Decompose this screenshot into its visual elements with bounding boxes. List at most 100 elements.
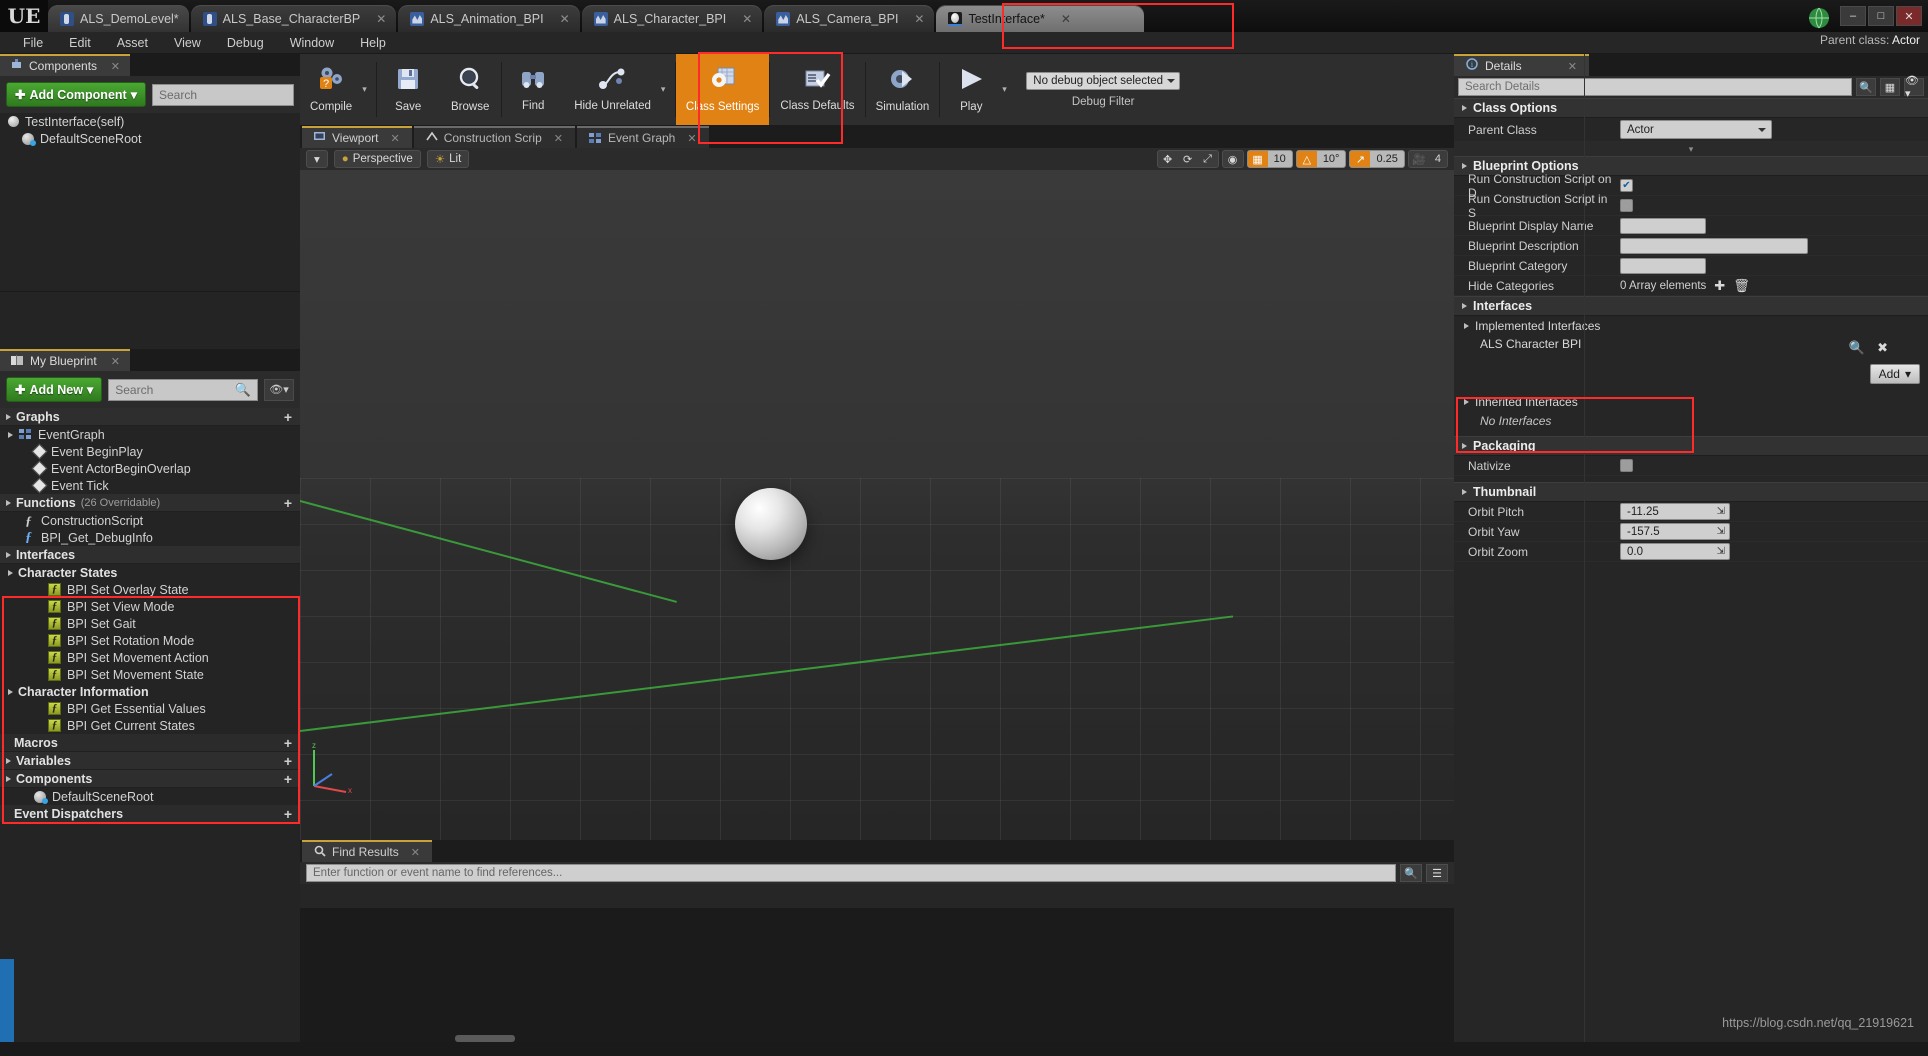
transform-toggle-group[interactable]: ✥ ⟳ ⤢ — [1156, 150, 1219, 168]
menu-window[interactable]: Window — [277, 36, 347, 50]
spinner-icon[interactable]: ⇲ — [1717, 546, 1725, 557]
close-icon[interactable]: ✕ — [687, 132, 696, 145]
debug-object-select[interactable]: No debug object selected — [1026, 71, 1181, 90]
tab-details[interactable]: i Details ✕ — [1454, 54, 1589, 76]
move-translate-icon[interactable]: ✥ — [1158, 151, 1178, 167]
angle-snap-value[interactable]: 10° — [1317, 153, 1346, 165]
menu-asset[interactable]: Asset — [104, 36, 161, 50]
interface-fn-get-essential-values[interactable]: ƒ BPI Get Essential Values — [0, 700, 300, 717]
implemented-interfaces-header[interactable]: Implemented Interfaces — [1454, 316, 1928, 335]
add-component-list-button[interactable]: + — [284, 771, 292, 787]
close-icon[interactable]: ✕ — [1061, 12, 1071, 26]
orbit-zoom-input[interactable]: 0.0 ⇲ — [1620, 543, 1730, 560]
function-item-bpi-get-debuginfo[interactable]: ƒ BPI_Get_DebugInfo — [0, 529, 300, 546]
scale-snap-value[interactable]: 0.25 — [1370, 153, 1403, 165]
interface-fn-set-gait[interactable]: ƒ BPI Set Gait — [0, 615, 300, 632]
angle-snap-icon[interactable]: △ — [1296, 151, 1317, 167]
asset-tab-1[interactable]: ALS_Base_CharacterBP ✕ — [190, 5, 397, 32]
tab-viewport[interactable]: Viewport ✕ — [302, 126, 412, 148]
spinner-icon[interactable]: ⇲ — [1717, 506, 1725, 517]
nativize-checkbox[interactable] — [1620, 459, 1633, 472]
asset-tab-0[interactable]: ALS_DemoLevel* — [48, 5, 189, 32]
details-eye-icon[interactable]: 👁▾ — [1904, 75, 1924, 100]
blueprint-category-field[interactable] — [1620, 257, 1706, 274]
close-icon[interactable]: ✕ — [560, 12, 570, 26]
section-variables[interactable]: Variables + — [0, 752, 300, 770]
add-interface-button[interactable]: Add ▾ — [1869, 364, 1920, 384]
toolbar-play-button[interactable]: Play — [940, 54, 1002, 125]
section-macros[interactable]: Macros + — [0, 734, 300, 752]
toolbar-find-button[interactable]: Find — [502, 54, 564, 125]
category-class-options[interactable]: Class Options — [1454, 98, 1928, 118]
scale-icon[interactable]: ⤢ — [1198, 151, 1218, 167]
section-graphs[interactable]: Graphs + — [0, 408, 300, 426]
close-icon[interactable]: ✕ — [914, 12, 924, 26]
orbit-yaw-input[interactable]: -157.5 ⇲ — [1620, 523, 1730, 540]
compile-dropdown-arrow-icon[interactable]: ▾ — [362, 54, 376, 125]
category-thumbnail[interactable]: Thumbnail — [1454, 482, 1928, 502]
grid-snap-icon[interactable]: ▦ — [1247, 151, 1268, 167]
graph-item-event-actorbeginoverlap[interactable]: Event ActorBeginOverlap — [0, 460, 300, 477]
close-icon[interactable]: ✕ — [554, 132, 563, 145]
tab-find-results[interactable]: Find Results ✕ — [302, 840, 432, 862]
run-construction-drag-checkbox[interactable]: ✔ — [1620, 179, 1633, 192]
interface-group-character-states[interactable]: Character States — [0, 564, 300, 581]
parent-class-combobox[interactable]: Actor — [1620, 120, 1772, 139]
tab-components[interactable]: Components ✕ — [0, 54, 130, 76]
interface-fn-set-view-mode[interactable]: ƒ BPI Set View Mode — [0, 598, 300, 615]
spinner-icon[interactable]: ⇲ — [1717, 526, 1725, 537]
asset-tab-4[interactable]: ALS_Camera_BPI ✕ — [764, 5, 935, 32]
tab-construction-script[interactable]: Construction Scrip ✕ — [413, 126, 575, 148]
grid-snap-group[interactable]: ▦ 10 — [1246, 150, 1293, 168]
close-icon[interactable]: ✕ — [111, 355, 120, 368]
close-icon[interactable]: ✕ — [376, 12, 386, 26]
add-function-button[interactable]: + — [284, 495, 292, 511]
interface-fn-set-overlay-state[interactable]: ƒ BPI Set Overlay State — [0, 581, 300, 598]
rotate-icon[interactable]: ⟳ — [1178, 151, 1198, 167]
section-components[interactable]: Components + — [0, 770, 300, 788]
camera-speed-value[interactable]: 4 — [1429, 153, 1447, 165]
viewport-options-button[interactable]: ▾ — [306, 150, 328, 168]
menu-help[interactable]: Help — [347, 36, 399, 50]
hide-unrelated-dropdown-arrow-icon[interactable]: ▾ — [661, 54, 675, 125]
interface-fn-get-current-states[interactable]: ƒ BPI Get Current States — [0, 717, 300, 734]
asset-tab-3[interactable]: ALS_Character_BPI ✕ — [581, 5, 763, 32]
add-event-dispatcher-button[interactable]: + — [284, 806, 292, 822]
tab-my-blueprint[interactable]: My Blueprint ✕ — [0, 349, 130, 371]
interface-fn-set-movement-state[interactable]: ƒ BPI Set Movement State — [0, 666, 300, 683]
close-window-button[interactable]: ✕ — [1896, 6, 1922, 26]
world-coords-toggle[interactable]: ◉ — [1221, 150, 1244, 168]
add-variable-button[interactable]: + — [284, 753, 292, 769]
camera-speed-group[interactable]: 🎥 4 — [1407, 150, 1448, 168]
inherited-interfaces-header[interactable]: Inherited Interfaces — [1454, 392, 1928, 411]
add-graph-button[interactable]: + — [284, 409, 292, 425]
close-icon[interactable]: ✕ — [111, 60, 120, 73]
magnifier-icon[interactable]: 🔍 — [1400, 864, 1422, 882]
world-coords-icon[interactable]: ◉ — [1223, 151, 1243, 167]
camera-speed-icon[interactable]: 🎥 — [1409, 151, 1429, 167]
section-event-dispatchers[interactable]: Event Dispatchers + — [0, 805, 300, 823]
menu-file[interactable]: File — [10, 36, 56, 50]
orbit-pitch-input[interactable]: -11.25 ⇲ — [1620, 503, 1730, 520]
find-results-input[interactable]: Enter function or event name to find ref… — [306, 864, 1396, 882]
toolbar-compile-button[interactable]: ? Compile — [300, 54, 362, 125]
component-row-defaultsceneroot[interactable]: DefaultSceneRoot — [0, 130, 300, 147]
maximize-button[interactable]: □ — [1868, 6, 1894, 26]
grid-snap-value[interactable]: 10 — [1268, 153, 1292, 165]
components-search-input[interactable]: Search — [151, 83, 294, 106]
graph-item-event-tick[interactable]: Event Tick — [0, 477, 300, 494]
interface-group-character-information[interactable]: Character Information — [0, 683, 300, 700]
horizontal-scrollbar[interactable] — [455, 1035, 515, 1042]
add-macro-button[interactable]: + — [284, 735, 292, 751]
details-search-input[interactable]: Search Details — [1458, 78, 1852, 96]
toolbar-class-defaults-button[interactable]: Class Defaults — [770, 54, 864, 125]
run-construction-sequencer-checkbox[interactable] — [1620, 199, 1633, 212]
blueprint-display-name-field[interactable] — [1620, 217, 1706, 234]
graph-item-event-beginplay[interactable]: Event BeginPlay — [0, 443, 300, 460]
find-filter-icon[interactable]: ☰ — [1426, 864, 1448, 882]
interface-fn-set-rotation-mode[interactable]: ƒ BPI Set Rotation Mode — [0, 632, 300, 649]
component-row-self[interactable]: TestInterface(self) — [0, 113, 300, 130]
section-functions[interactable]: Functions (26 Overridable) + — [0, 494, 300, 512]
scale-snap-icon[interactable]: ↗ — [1350, 151, 1371, 167]
interface-fn-set-movement-action[interactable]: ƒ BPI Set Movement Action — [0, 649, 300, 666]
